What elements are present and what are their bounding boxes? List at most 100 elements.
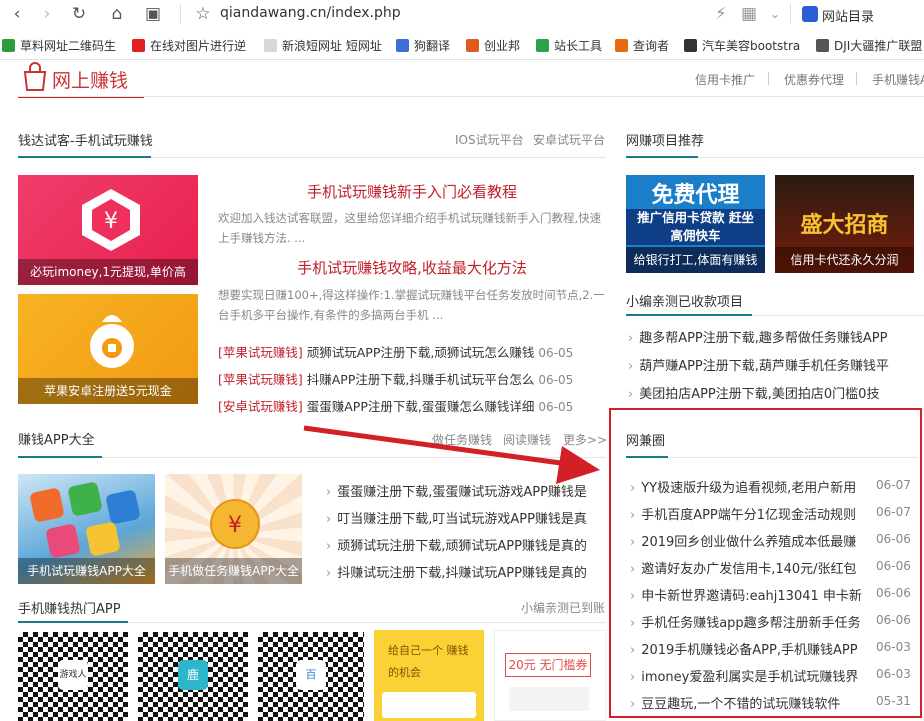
phone-card — [382, 692, 476, 718]
qr-code[interactable]: 游戏人 — [18, 632, 128, 721]
bookmark-2[interactable]: 新浪短网址 短网址 — [264, 37, 384, 54]
chevron-down-icon[interactable]: ⌄ — [762, 2, 788, 26]
qr-label: 鹿 — [178, 660, 208, 690]
bookmark-8[interactable]: DJI大疆推广联盟 — [816, 37, 924, 54]
bookmark-3[interactable]: 狗翻译 — [396, 37, 458, 54]
promo-task-apps[interactable]: ¥ 手机做任务赚钱APP大全 — [165, 474, 302, 584]
section-underline — [626, 156, 698, 158]
article-title[interactable]: 手机试玩赚钱攻略,收益最大化方法 — [218, 257, 606, 278]
yuan-coin-icon: ¥ — [210, 499, 260, 549]
nav-coupon[interactable]: 优惠券代理 — [784, 71, 844, 88]
svg-text:¥: ¥ — [104, 209, 118, 234]
chevron-right-icon: › — [628, 331, 634, 346]
tested-link[interactable]: 小编亲测已到账 — [521, 599, 605, 616]
bookmark-1[interactable]: 在线对图片进行逆 — [132, 37, 250, 54]
ios-trial-link[interactable]: IOS试玩平台 — [455, 131, 524, 148]
apps-section-title: 赚钱APP大全 — [18, 433, 95, 448]
baidu-paw-icon — [802, 6, 818, 22]
banner-big: 盛大招商 — [800, 213, 889, 238]
home-icon[interactable]: ⌂ — [104, 2, 130, 26]
highlight-frame — [609, 408, 922, 718]
android-trial-link[interactable]: 安卓试玩平台 — [533, 131, 605, 148]
app-tile-icon — [85, 521, 121, 557]
qr-code[interactable]: 百 — [258, 632, 364, 721]
url-field[interactable]: qiandawang.cn/index.php — [220, 5, 401, 21]
bookmark-icon — [2, 39, 15, 52]
bookmark-6[interactable]: 查询者 — [615, 37, 675, 54]
coupon-row — [509, 687, 589, 711]
news-item[interactable]: [安卓试玩赚钱] 蛋蛋赚APP注册下载,蛋蛋赚怎么赚钱详细 06-05 — [218, 396, 606, 415]
section-underline — [18, 456, 102, 458]
section-underline — [18, 156, 151, 158]
section-underline — [18, 621, 128, 623]
forward-icon[interactable]: › — [34, 2, 60, 26]
qr-icon[interactable]: ▦ — [736, 2, 762, 26]
banner-free-agent[interactable]: 免费代理 推广信用卡贷款 赶坐高佣快车 给银行打工,体面有赚钱 — [626, 175, 765, 273]
bookmark-icon — [132, 39, 145, 52]
chevron-right-icon: › — [628, 359, 634, 374]
tested-item[interactable]: › 美团拍店APP注册下载,美团拍店0门槛0技 — [628, 383, 920, 402]
shopping-bag-icon — [23, 62, 47, 91]
directory-button[interactable]: 网站目录 — [822, 6, 874, 25]
nav-credit-card[interactable]: 信用卡推广 — [695, 71, 755, 88]
article-desc: 想要实现日赚100+,得这样操作:1.掌握试玩赚钱平台任务发放时间节点,2.一台… — [218, 288, 605, 322]
promo-trial-apps[interactable]: 手机试玩赚钱APP大全 — [18, 474, 155, 584]
bookmark-5[interactable]: 站长工具 — [536, 37, 608, 54]
bookmark-bar: 草料网址二维码生 在线对图片进行逆 新浪短网址 短网址 狗翻译 创业邦 站长工具… — [0, 30, 924, 60]
bookmark-7[interactable]: 汽车美容bootstra — [684, 37, 804, 54]
chevron-right-icon: › — [326, 539, 332, 554]
promo-caption: 手机做任务赚钱APP大全 — [165, 558, 302, 584]
header-divider — [18, 96, 924, 97]
reload-icon[interactable]: ↻ — [66, 2, 92, 26]
list-item[interactable]: › 叮当赚注册下载,叮当试玩游戏APP赚钱是真 — [326, 508, 606, 527]
banner-mid: 推广信用卡贷款 赶坐高佣快车 — [626, 209, 765, 245]
promo-small-text: 给自己一个 赚钱的机会 — [388, 644, 469, 679]
lightning-icon[interactable]: ⚡ — [708, 2, 734, 26]
arrow-annotation-icon — [303, 425, 600, 484]
logo-text: 网上赚钱 — [52, 70, 129, 92]
section-underline — [626, 314, 752, 316]
back-icon[interactable]: ‹ — [4, 2, 30, 26]
tested-item[interactable]: › 趣多帮APP注册下载,趣多帮做任务赚钱APP — [628, 327, 920, 346]
list-item[interactable]: › 抖赚试玩注册下载,抖赚试玩APP赚钱是真的 — [326, 562, 606, 581]
list-item[interactable]: › 顽狮试玩注册下载,顽狮试玩APP赚钱是真的 — [326, 535, 606, 554]
article-title[interactable]: 手机试玩赚钱新手入门必看教程 — [218, 181, 606, 202]
promo-caption: 手机试玩赚钱APP大全 — [18, 558, 155, 584]
app-tile-icon — [67, 481, 103, 517]
article-desc: 欢迎加入钱达试客联盟，这里给您详细介绍手机试玩赚钱新手入门教程,快速上手赚钱方法… — [218, 211, 602, 245]
coupon-text: 20元 无门槛券 — [505, 653, 591, 677]
svg-text:¥: ¥ — [228, 513, 242, 538]
bookmark-icon — [466, 39, 479, 52]
promo-caption: 苹果安卓注册送5元现金 — [18, 378, 198, 404]
promo-small[interactable]: 给自己一个 赚钱的机会 — [374, 630, 484, 721]
promo-caption: 必玩imoney,1元提现,单价高 — [18, 259, 198, 285]
news-item[interactable]: [苹果试玩赚钱] 抖赚APP注册下载,抖赚手机试玩平台怎么 06-05 — [218, 369, 606, 388]
promo-caption: 信用卡代还永久分润 — [775, 247, 914, 273]
star-icon[interactable]: ☆ — [190, 2, 216, 26]
nav-divider — [856, 72, 857, 85]
promo-register[interactable]: 苹果安卓注册送5元现金 — [18, 294, 198, 404]
app-tile-icon — [45, 523, 81, 559]
bookmark-4[interactable]: 创业邦 — [466, 37, 526, 54]
browser-toolbar: ‹ › ↻ ⌂ ▣ ☆ qiandawang.cn/index.php ⚡ ▦ … — [0, 0, 924, 28]
news-item[interactable]: [苹果试玩赚钱] 顽狮试玩APP注册下载,顽狮试玩怎么赚钱 06-05 — [218, 342, 606, 361]
banner-recruit[interactable]: 盛大招商 信用卡代还永久分润 — [775, 175, 914, 273]
qr-code[interactable]: 鹿 — [138, 632, 248, 721]
app-tile-icon — [105, 489, 141, 525]
promo-imoney[interactable]: ¥ 必玩imoney,1元提现,单价高 — [18, 175, 198, 285]
bookmark-icon — [264, 39, 277, 52]
trial-section-title: 钱达试客-手机试玩赚钱 — [18, 134, 153, 149]
tested-item[interactable]: › 葫芦赚APP注册下载,葫芦赚手机任务赚钱平 — [628, 355, 920, 374]
bookmark-icon — [396, 39, 409, 52]
promo-coupon[interactable]: 20元 无门槛券 — [494, 630, 606, 721]
nav-mobile-earn[interactable]: 手机赚钱A — [872, 71, 924, 88]
tested-section-title: 小编亲测已收款项目 — [626, 295, 744, 310]
chevron-right-icon: › — [628, 387, 634, 402]
nav-divider — [768, 72, 769, 85]
chevron-right-icon: › — [326, 566, 332, 581]
banner-big: 免费代理 — [651, 183, 740, 208]
bookmark-icon — [684, 39, 697, 52]
reader-icon[interactable]: ▣ — [140, 2, 166, 26]
yuan-icon: ¥ — [82, 189, 140, 251]
bookmark-0[interactable]: 草料网址二维码生 — [2, 37, 120, 54]
